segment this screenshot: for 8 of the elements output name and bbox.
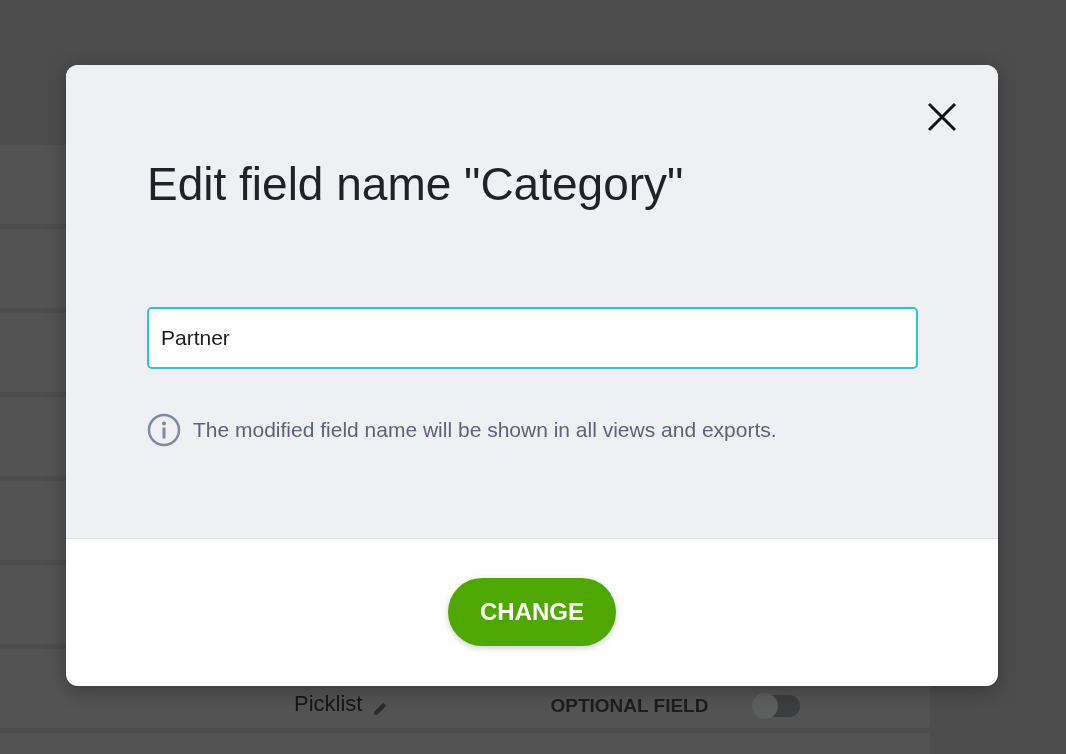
- close-icon: [927, 102, 957, 132]
- dialog-title: Edit field name "Category": [147, 157, 684, 212]
- toggle-switch[interactable]: [754, 695, 801, 717]
- close-button[interactable]: [926, 101, 958, 133]
- field-name-input[interactable]: Partner: [147, 307, 918, 370]
- info-icon: [147, 413, 181, 448]
- hint-text: The modified field name will be shown in all views and exports.: [193, 418, 777, 443]
- field-type-text: Picklist: [294, 691, 363, 717]
